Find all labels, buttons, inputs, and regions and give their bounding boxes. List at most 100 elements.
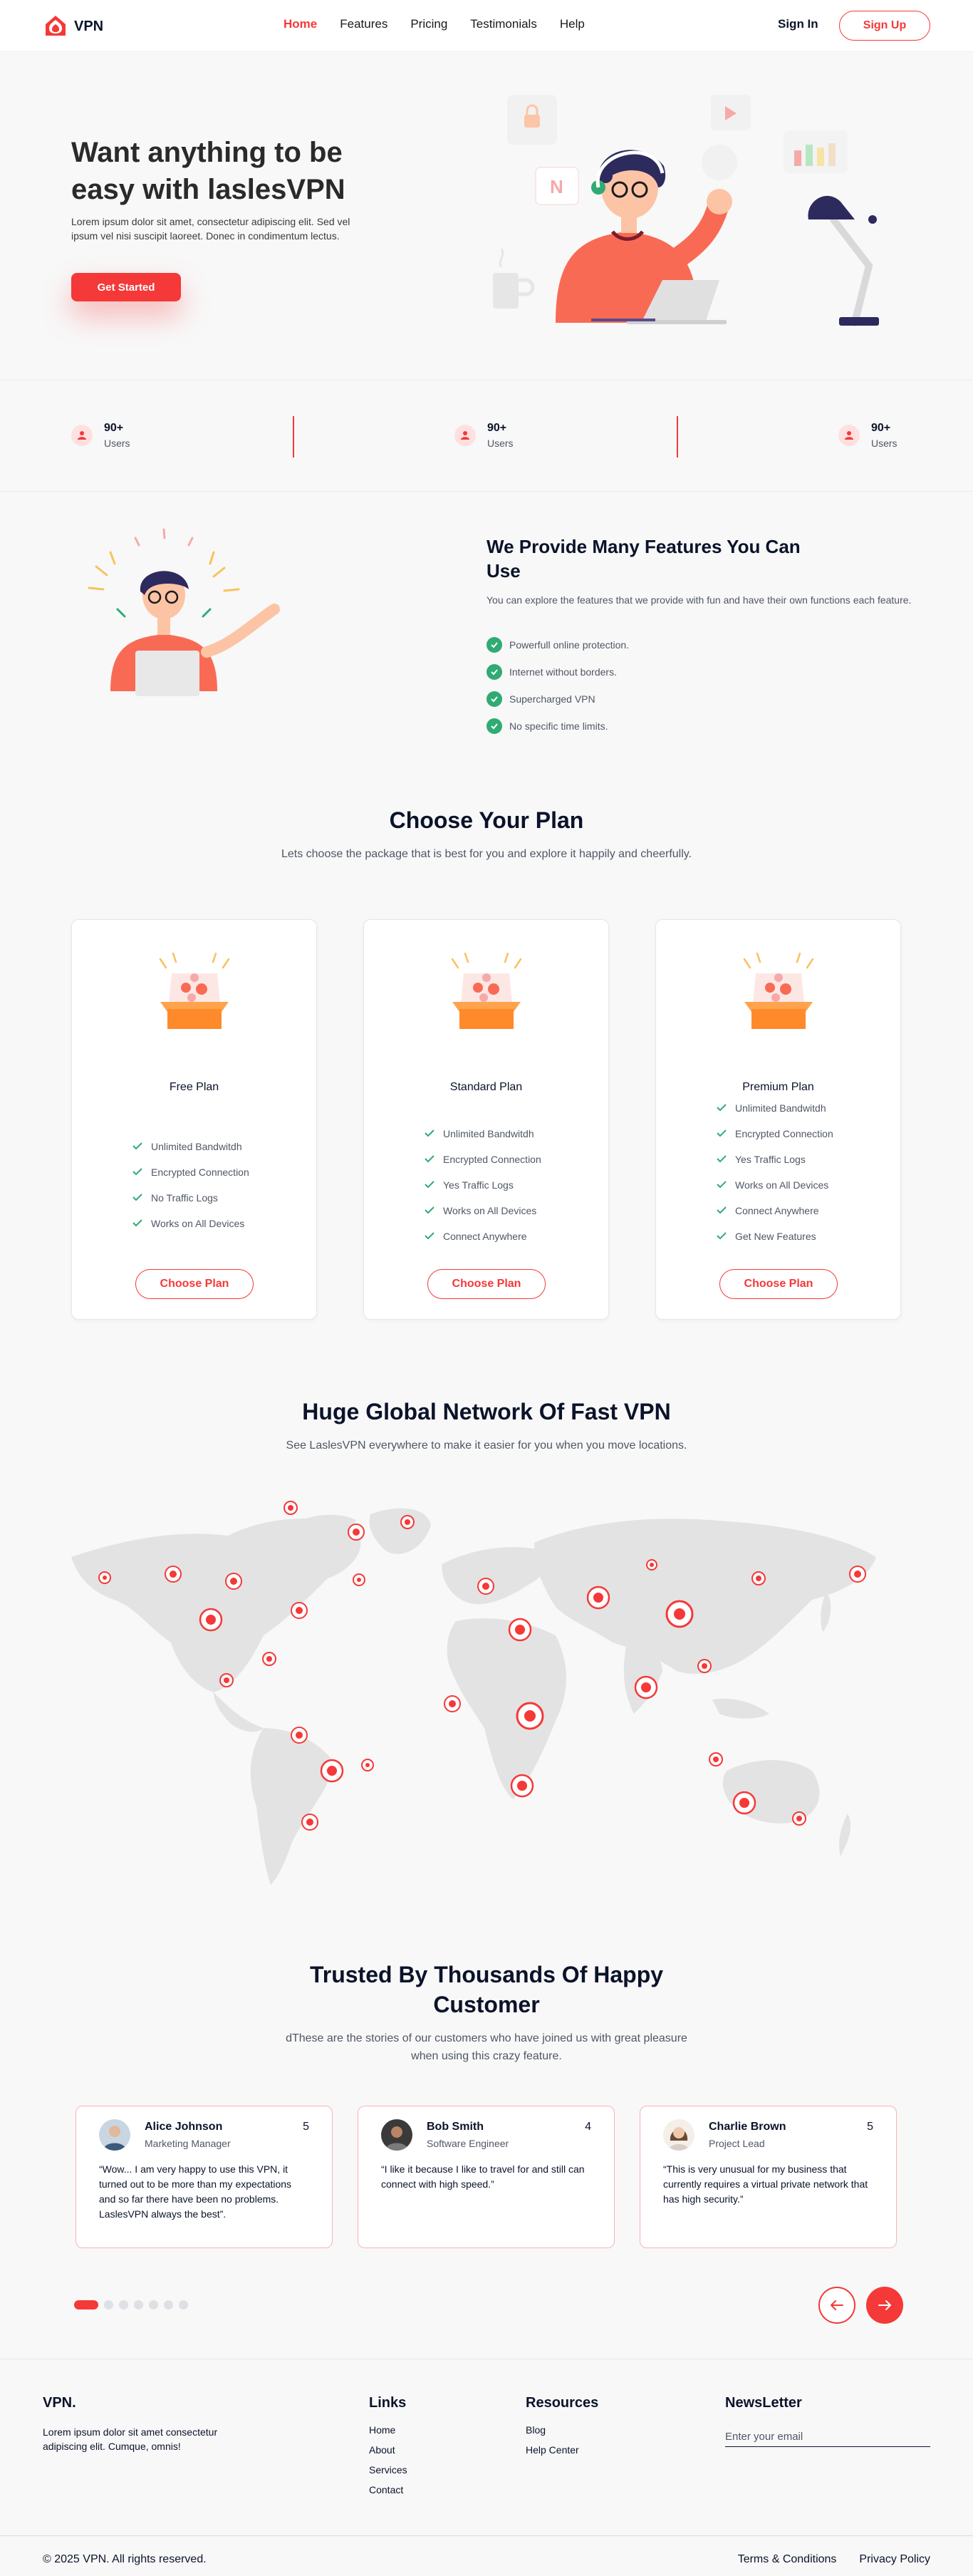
page: VPN Home Features Pricing Testimonials H…: [0, 0, 973, 2576]
carousel-dot-active[interactable]: [74, 2300, 98, 2309]
carousel-dots: [74, 2300, 188, 2309]
nav-link-home[interactable]: Home: [283, 17, 317, 31]
footer-link-services[interactable]: Services: [369, 2464, 407, 2484]
testimonial-text: “This is very unusual for my business th…: [663, 2163, 868, 2205]
check-icon: [486, 637, 502, 653]
plan-feature-label: Yes Traffic Logs: [735, 1154, 806, 1165]
testimonial-rating: 4: [585, 2121, 591, 2133]
carousel-dot[interactable]: [134, 2300, 143, 2309]
plan-feature-label: Unlimited Bandwitdh: [735, 1102, 826, 1114]
plan-feature-label: Get New Features: [735, 1231, 816, 1242]
stat-value: 90+: [871, 422, 891, 434]
nav-link-pricing[interactable]: Pricing: [410, 17, 447, 31]
feature-label: No specific time limits.: [509, 720, 608, 732]
get-started-button[interactable]: Get Started: [71, 273, 181, 301]
terms-link[interactable]: Terms & Conditions: [738, 2553, 837, 2566]
svg-text:N: N: [550, 176, 563, 197]
feature-item: Internet without borders.: [486, 658, 629, 686]
carousel-dot[interactable]: [104, 2300, 113, 2309]
stat-label: Users: [104, 438, 130, 449]
choose-plan-button[interactable]: Choose Plan: [427, 1269, 546, 1299]
plan-feature-label: No Traffic Logs: [151, 1192, 218, 1204]
nav-link-features[interactable]: Features: [340, 17, 387, 31]
footer-link-help-center[interactable]: Help Center: [526, 2444, 598, 2464]
testimonials-title: Trusted By Thousands Of Happy Customer: [309, 1962, 664, 2017]
check-icon: [717, 1205, 727, 1216]
check-icon: [132, 1167, 142, 1178]
footer-newsletter-column: NewsLetter: [725, 2395, 802, 2424]
gift-box-icon: [451, 952, 522, 1029]
footer-link-about[interactable]: About: [369, 2444, 407, 2464]
footer: VPN. Lorem ipsum dolor sit amet consecte…: [0, 2359, 973, 2576]
next-arrow-button[interactable]: [866, 2287, 903, 2324]
carousel-dot[interactable]: [149, 2300, 158, 2309]
feature-item: No specific time limits.: [486, 713, 629, 740]
privacy-link[interactable]: Privacy Policy: [859, 2553, 930, 2566]
plan-features: Unlimited Bandwitdh Encrypted Connection…: [717, 1095, 833, 1249]
footer-link-contact[interactable]: Contact: [369, 2484, 407, 2504]
check-icon: [425, 1154, 435, 1165]
stat-item: 90+ Users: [71, 422, 130, 449]
plan-feature: Unlimited Bandwitdh: [717, 1095, 833, 1121]
testimonial-name: Alice Johnson: [145, 2121, 223, 2133]
plan-card-free: Free Plan Unlimited Bandwitdh Encrypted …: [71, 919, 317, 1320]
check-icon: [425, 1205, 435, 1216]
feature-item: Powerfull online protection.: [486, 631, 629, 658]
sign-in-link[interactable]: Sign In: [778, 17, 818, 31]
footer-link-home[interactable]: Home: [369, 2424, 407, 2444]
nav-link-testimonials[interactable]: Testimonials: [470, 17, 537, 31]
footer-links-title: Links: [369, 2395, 407, 2411]
testimonial-name: Bob Smith: [427, 2121, 484, 2133]
nav-link-help[interactable]: Help: [560, 17, 585, 31]
check-icon: [486, 718, 502, 734]
testimonial-card: Bob Smith Software Engineer 4 “I like it…: [358, 2106, 615, 2248]
check-icon: [132, 1141, 142, 1152]
testimonial-text: “I like it because I like to travel for …: [381, 2163, 585, 2190]
plan-name: Free Plan: [169, 1081, 219, 1093]
plan-name: Premium Plan: [742, 1081, 814, 1093]
plan-name: Standard Plan: [449, 1081, 523, 1093]
testimonial-rating: 5: [867, 2121, 873, 2133]
check-icon: [425, 1231, 435, 1242]
plans-subtitle: Lets choose the package that is best for…: [281, 848, 692, 860]
carousel-dot[interactable]: [119, 2300, 128, 2309]
avatar: [663, 2119, 694, 2151]
choose-plan-button[interactable]: Choose Plan: [135, 1269, 254, 1299]
gift-box-icon: [743, 952, 814, 1029]
testimonial-role: Project Lead: [709, 2138, 765, 2149]
plans-title: Choose Your Plan: [389, 807, 584, 833]
footer-brand: VPN.: [43, 2395, 76, 2411]
prev-arrow-button[interactable]: [818, 2287, 855, 2324]
plan-feature: Unlimited Bandwitdh: [132, 1134, 249, 1159]
carousel-dot[interactable]: [179, 2300, 188, 2309]
copyright: © 2025 VPN. All rights reserved.: [43, 2553, 207, 2565]
plan-feature-label: Connect Anywhere: [443, 1231, 527, 1242]
plan-feature: Encrypted Connection: [132, 1159, 249, 1185]
newsletter-email-input[interactable]: [725, 2431, 930, 2443]
hero-illustration: N: [493, 95, 879, 326]
choose-plan-button[interactable]: Choose Plan: [719, 1269, 838, 1299]
network-subtitle: See LaslesVPN everywhere to make it easi…: [286, 1439, 687, 1452]
stat-item: 90+ Users: [838, 422, 897, 449]
plan-features: Unlimited Bandwitdh Encrypted Connection…: [425, 1121, 541, 1249]
stat-value: 90+: [104, 422, 124, 434]
feature-label: Powerfull online protection.: [509, 639, 630, 651]
footer-links-column: Links Home About Services Contact: [369, 2395, 407, 2504]
plan-feature: Works on All Devices: [717, 1172, 833, 1198]
stat-item: 90+ Users: [454, 422, 514, 449]
plan-feature: Connect Anywhere: [425, 1224, 541, 1249]
stats-section: 90+ Users 90+ Users 90+ Users: [0, 380, 973, 492]
stat-label: Users: [487, 438, 514, 449]
plan-card-standard: Standard Plan Unlimited Bandwitdh Encryp…: [363, 919, 609, 1320]
plan-feature-label: Works on All Devices: [151, 1218, 245, 1229]
plan-feature-label: Encrypted Connection: [151, 1167, 249, 1178]
logo-icon: [46, 16, 66, 36]
logo[interactable]: VPN: [43, 14, 103, 38]
hero-title: Want anything to be easy with laslesVPN: [71, 137, 345, 205]
user-icon: [71, 425, 93, 446]
user-icon: [838, 425, 860, 446]
sign-up-button[interactable]: Sign Up: [839, 11, 930, 41]
plan-feature: Works on All Devices: [132, 1211, 249, 1236]
carousel-dot[interactable]: [164, 2300, 173, 2309]
footer-link-blog[interactable]: Blog: [526, 2424, 598, 2444]
